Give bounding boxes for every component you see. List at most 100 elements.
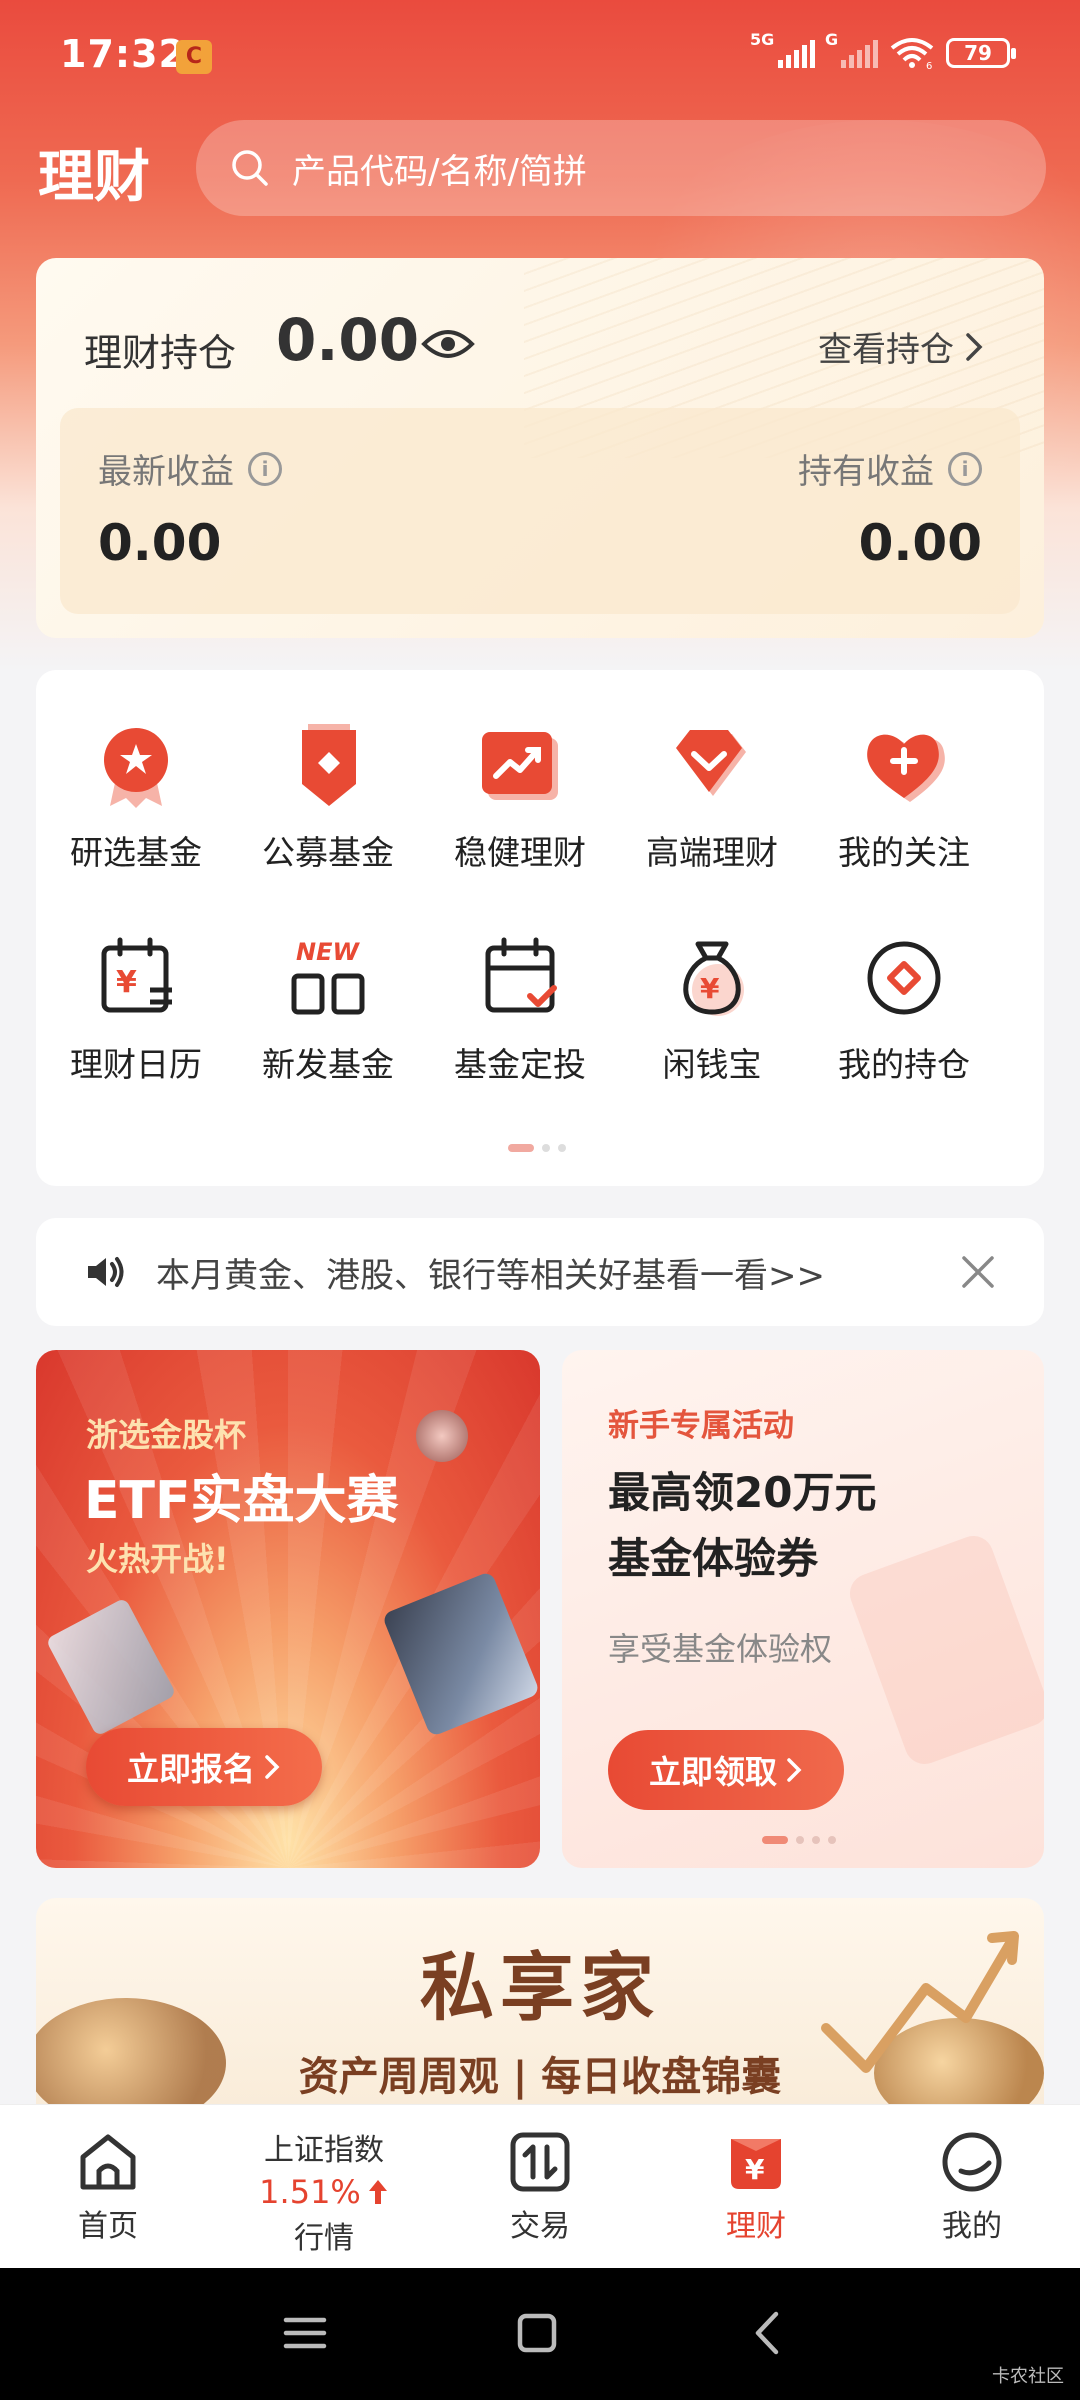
wifi-badge: 6: [926, 61, 932, 70]
eye-icon[interactable]: [420, 324, 476, 364]
private-club-banner[interactable]: 私享家 资产周周观 | 每日收盘锦囊: [36, 1898, 1044, 2108]
signal-g-icon: G: [825, 30, 878, 68]
chevron-right-icon: [787, 1758, 802, 1782]
ribbon-star-icon: [104, 728, 168, 808]
chevron-right-icon: [265, 1755, 280, 1779]
quick-menu-card: 研选基金 公募基金 稳健理财 高端理财 我的关注 ¥ 理财日历 NEW 新发基金…: [36, 670, 1044, 1186]
hold-income-label: 持有收益: [798, 452, 934, 492]
wealth-yuan-icon: ¥: [731, 2139, 781, 2189]
view-holdings-link[interactable]: 查看持仓: [818, 322, 984, 371]
status-indicators: 5G G 6 79: [750, 30, 1016, 70]
newbie-description: 享受基金体验权: [608, 1630, 833, 1668]
menu-item-public-funds[interactable]: 公募基金: [232, 720, 424, 874]
close-icon[interactable]: [960, 1254, 996, 1290]
system-navigation-bar: 卡农社区: [0, 2268, 1080, 2400]
view-holdings-label: 查看持仓: [818, 330, 954, 370]
page-title: 理财: [38, 145, 150, 210]
claim-now-button[interactable]: 立即领取: [608, 1730, 844, 1810]
latest-income-label: 最新收益: [98, 452, 234, 492]
notification-app-icon: C: [176, 40, 212, 74]
heart-plus-icon: [867, 734, 945, 802]
private-club-title: 私享家: [420, 1945, 660, 2031]
info-icon[interactable]: i: [948, 451, 982, 486]
money-bag-icon: ¥: [683, 941, 744, 1016]
menu-item-my-holdings[interactable]: 我的持仓: [808, 932, 1000, 1086]
chevron-right-icon: [966, 332, 983, 361]
home-icon: [80, 2134, 136, 2190]
nav-wealth-label: 理财: [726, 2209, 786, 2244]
svg-text:¥: ¥: [116, 965, 137, 1000]
latest-income-value: 0.00: [98, 514, 222, 572]
wealth-icon-glyph: ¥: [745, 2153, 765, 2186]
menu-label: 闲钱宝: [662, 1045, 762, 1084]
new-badge: NEW: [296, 938, 360, 966]
battery-indicator: 79: [946, 38, 1016, 68]
menu-item-stable-wealth[interactable]: 稳健理财: [424, 720, 616, 874]
menu-label: 新发基金: [262, 1045, 394, 1084]
nav-market[interactable]: 上证指数 1.51% 行情: [216, 2105, 432, 2269]
nav-mine-label: 我的: [942, 2209, 1002, 2244]
newbie-voucher-banner[interactable]: 新手专属活动 最高领20万元 基金体验券 享受基金体验权 立即领取: [562, 1350, 1044, 1868]
register-now-button[interactable]: 立即报名: [86, 1728, 322, 1806]
private-club-subtitle: 资产周周观 | 每日收盘锦囊: [298, 2054, 782, 2100]
menu-page-indicator: [508, 1144, 566, 1152]
menu-label: 基金定投: [454, 1045, 586, 1084]
notice-bar[interactable]: 本月黄金、港股、银行等相关好基看一看>>: [36, 1218, 1044, 1326]
status-bar: 17:32 C 5G G 6 79: [0, 0, 1080, 120]
search-placeholder: 产品代码/名称/简拼: [292, 151, 587, 192]
trade-icon: [510, 2132, 570, 2192]
menu-label: 研选基金: [70, 833, 202, 872]
income-panel: 最新收益 i 0.00 持有收益 i 0.00: [60, 408, 1020, 614]
back-icon[interactable]: [744, 2308, 794, 2358]
decor-watch-image: [416, 1410, 468, 1462]
search-icon: [232, 150, 268, 186]
latest-income-label-group: 最新收益 i: [98, 444, 282, 493]
watermark-text: 卡农社区: [992, 2366, 1064, 2387]
nav-mine[interactable]: 我的: [864, 2105, 1080, 2269]
signal-1-label: 5G: [750, 30, 775, 49]
diamond-coin-icon: [867, 941, 941, 1015]
svg-text:¥: ¥: [700, 972, 720, 1005]
menu-icon[interactable]: [280, 2308, 330, 2358]
menu-item-curated-funds[interactable]: 研选基金: [40, 720, 232, 874]
menu-item-premium-wealth[interactable]: 高端理财: [616, 720, 808, 874]
menu-item-wealth-calendar[interactable]: ¥ 理财日历: [40, 932, 232, 1086]
menu-item-new-funds[interactable]: NEW 新发基金: [232, 932, 424, 1086]
index-change-value: 1.51%: [259, 2173, 361, 2211]
info-icon[interactable]: i: [248, 451, 282, 486]
newbie-title: 最高领20万元 基金体验券: [608, 1460, 876, 1592]
nav-market-label: 行情: [294, 2221, 354, 2256]
home-square-icon[interactable]: [512, 2308, 562, 2358]
banner-page-indicator: [762, 1836, 836, 1844]
menu-label: 稳健理财: [454, 833, 586, 872]
calendar-check-icon: [485, 937, 557, 1013]
arrow-up-icon: [368, 2180, 387, 2204]
calendar-yuan-icon: ¥: [101, 937, 172, 1013]
holdings-label: 理财持仓: [84, 331, 237, 375]
nav-wealth[interactable]: ¥ 理财: [648, 2105, 864, 2269]
signal-5g-icon: 5G: [750, 30, 815, 68]
holdings-card: 理财持仓 0.00 查看持仓 最新收益 i 0.00 持有收益 i 0.00: [36, 258, 1044, 638]
menu-item-fund-sip[interactable]: 基金定投: [424, 932, 616, 1086]
profile-face-icon: [942, 2132, 1002, 2192]
contest-tagline: 火热开战!: [86, 1540, 229, 1578]
nav-home[interactable]: 首页: [0, 2105, 216, 2269]
search-input[interactable]: 产品代码/名称/简拼: [196, 120, 1046, 216]
menu-item-idle-cash[interactable]: ¥ 闲钱宝: [616, 932, 808, 1086]
signal-2-label: G: [825, 30, 839, 49]
notice-text: 本月黄金、港股、银行等相关好基看一看>>: [156, 1255, 825, 1296]
nav-home-label: 首页: [78, 2209, 138, 2244]
claim-now-label: 立即领取: [648, 1753, 777, 1791]
newbie-title-line1: 最高领20万元: [608, 1468, 877, 1517]
bottom-navigation: 首页 上证指数 1.51% 行情 交易 ¥ 理财 我的: [0, 2104, 1080, 2268]
nav-trade-label: 交易: [510, 2209, 570, 2244]
menu-label: 公募基金: [262, 833, 394, 872]
new-fund-icon: NEW: [291, 938, 365, 1015]
menu-item-my-watchlist[interactable]: 我的关注: [808, 720, 1000, 874]
menu-label: 我的持仓: [838, 1045, 970, 1084]
index-name: 上证指数: [264, 2133, 384, 2168]
newbie-subtitle: 新手专属活动: [608, 1408, 794, 1444]
etf-contest-banner[interactable]: 浙选金股杯 ETF实盘大赛 火热开战! 立即报名: [36, 1350, 540, 1868]
diamond-icon: [676, 730, 746, 796]
nav-trade[interactable]: 交易: [432, 2105, 648, 2269]
